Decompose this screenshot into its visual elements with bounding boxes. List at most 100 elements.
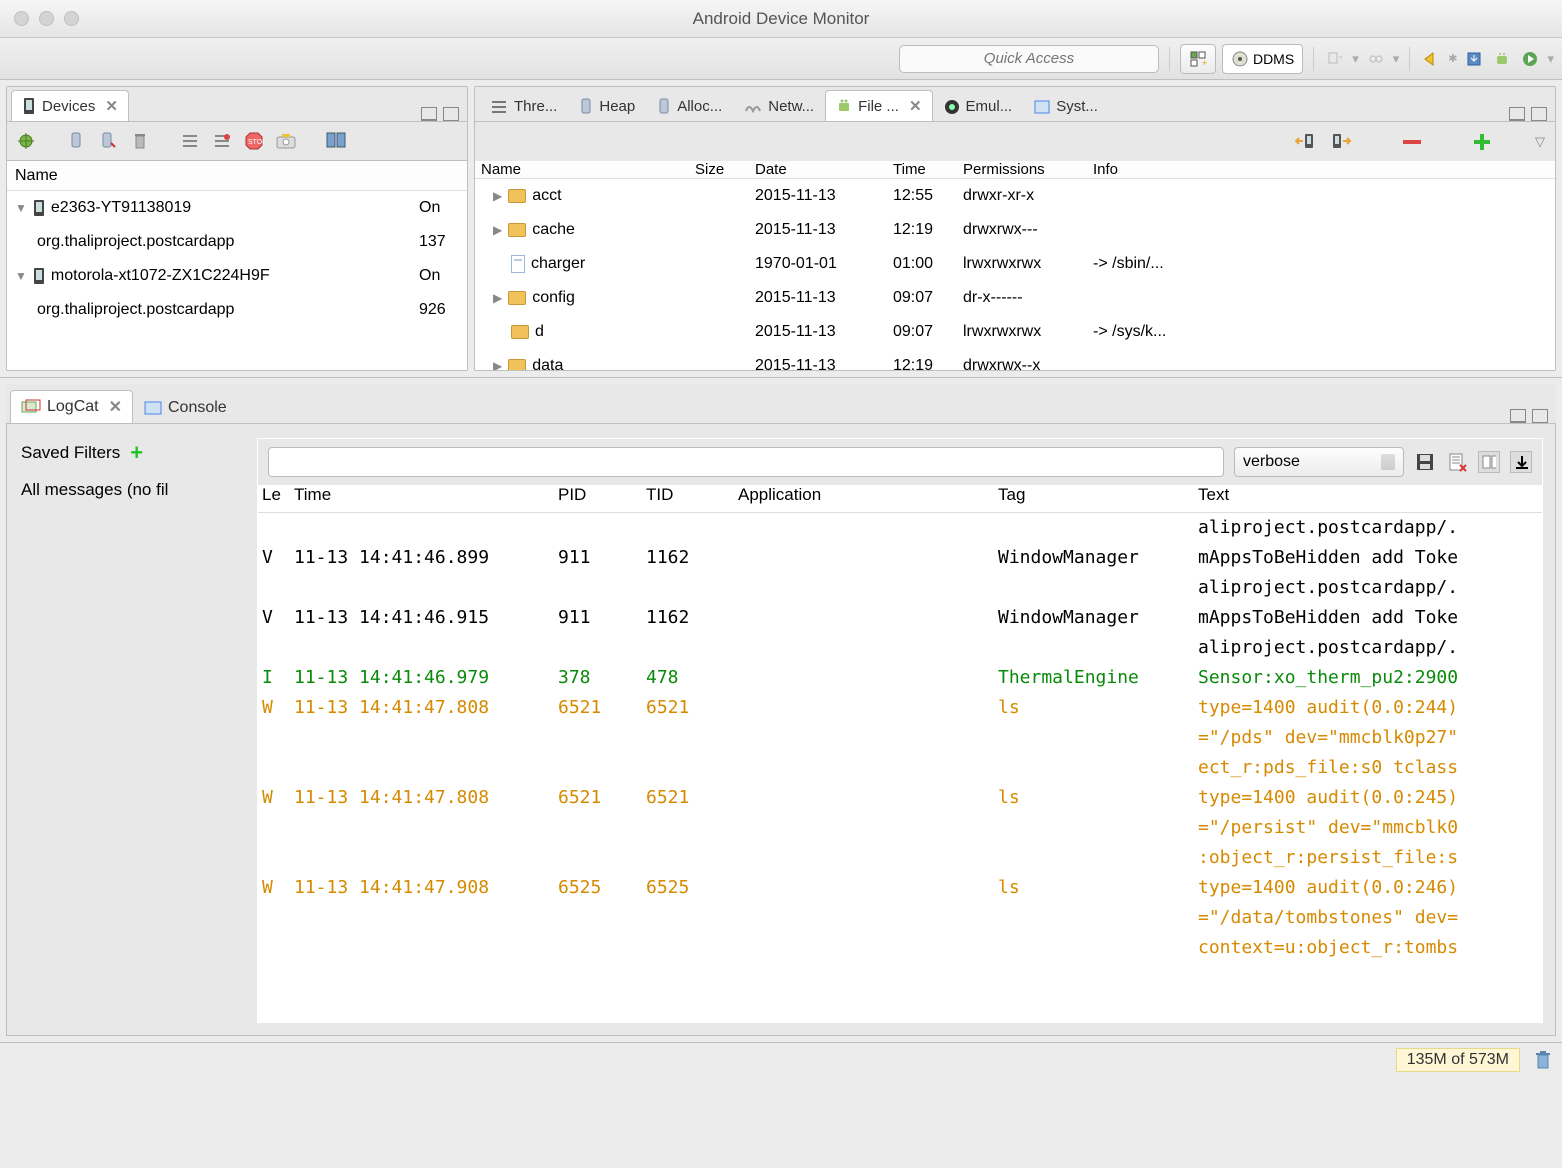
minimize-view-icon[interactable] (1509, 107, 1525, 121)
delete-file-icon[interactable] (1401, 131, 1423, 153)
log-row[interactable]: ="/pds" dev="mmcblk0p27" (258, 723, 1542, 753)
tab-console[interactable]: Console (133, 392, 238, 423)
add-filter-icon[interactable]: + (130, 440, 143, 466)
scroll-lock-icon[interactable] (1510, 451, 1532, 473)
toolbar-action-1[interactable] (1324, 48, 1346, 70)
device-row[interactable]: ▼e2363-YT91138019On (7, 191, 467, 225)
close-icon[interactable]: ✕ (109, 397, 122, 417)
log-row[interactable]: ="/persist" dev="mmcblk0 (258, 813, 1542, 843)
log-row[interactable]: ect_r:pds_file:s0 tclass (258, 753, 1542, 783)
close-icon[interactable]: ✕ (909, 97, 922, 115)
debug-icon[interactable] (15, 130, 37, 152)
tab-heap[interactable]: Heap (568, 90, 646, 121)
heap-dump-icon[interactable] (97, 130, 119, 152)
download-icon[interactable] (1463, 48, 1485, 70)
close-window-button[interactable] (14, 11, 29, 26)
tab-syst[interactable]: Syst... (1023, 91, 1109, 121)
screenshot-icon[interactable] (275, 130, 297, 152)
fs-row[interactable]: charger1970-01-0101:00lrwxrwxrwx-> /sbin… (475, 247, 1555, 281)
log-row[interactable]: W11-13 14:41:47.80865216521lstype=1400 a… (258, 693, 1542, 723)
zoom-window-button[interactable] (64, 11, 79, 26)
ddms-perspective-button[interactable]: DDMS (1222, 44, 1303, 74)
fs-row[interactable]: d2015-11-1309:07lrwxrwxrwx-> /sys/k... (475, 315, 1555, 349)
expand-icon[interactable]: ▶ (493, 189, 502, 203)
open-perspective-button[interactable]: + (1180, 44, 1216, 74)
android-icon[interactable] (1491, 48, 1513, 70)
log-row[interactable]: context=u:object_r:tombs (258, 933, 1542, 963)
tab-netw[interactable]: Netw... (733, 91, 825, 121)
minimize-view-icon[interactable] (1510, 409, 1526, 423)
toolbar-action-2[interactable] (1365, 48, 1387, 70)
log-level-select[interactable]: verbose (1234, 447, 1404, 477)
log-col-text[interactable]: Text (1198, 485, 1542, 512)
log-col-time[interactable]: Time (294, 485, 558, 512)
quick-access-input[interactable] (899, 45, 1159, 73)
capture-icon[interactable] (325, 130, 347, 152)
tab-emul[interactable]: Emul... (933, 91, 1024, 121)
view-menu-icon[interactable]: ▽ (1535, 134, 1545, 150)
save-log-icon[interactable] (1414, 451, 1436, 473)
log-row[interactable]: W11-13 14:41:47.80865216521lstype=1400 a… (258, 783, 1542, 813)
maximize-view-icon[interactable] (1531, 107, 1547, 121)
memory-indicator[interactable]: 135M of 573M (1396, 1048, 1520, 1072)
push-file-icon[interactable] (1331, 131, 1353, 153)
method-profile-icon[interactable] (211, 130, 233, 152)
maximize-view-icon[interactable] (443, 107, 459, 121)
pull-file-icon[interactable] (1295, 131, 1317, 153)
fs-row[interactable]: ▶data2015-11-1312:19drwxrwx--x (475, 349, 1555, 370)
tab-devices[interactable]: Devices ✕ (11, 90, 129, 121)
tab-alloc[interactable]: Alloc... (646, 90, 733, 121)
stop-icon[interactable]: STOP (243, 130, 265, 152)
log-row[interactable]: aliproject.postcardapp/. (258, 633, 1542, 663)
new-folder-icon[interactable] (1471, 131, 1493, 153)
log-col-tid[interactable]: TID (646, 485, 738, 512)
log-filter-input[interactable] (268, 447, 1224, 477)
back-icon[interactable] (1420, 48, 1442, 70)
tab-thre[interactable]: Thre... (479, 91, 568, 121)
tab-logcat[interactable]: LogCat ✕ (10, 390, 133, 423)
log-col-app[interactable]: Application (738, 485, 998, 512)
filter-all-messages[interactable]: All messages (no fil (21, 476, 251, 504)
log-rows[interactable]: aliproject.postcardapp/.V11-13 14:41:46.… (258, 513, 1542, 1022)
fs-row[interactable]: ▶acct2015-11-1312:55drwxr-xr-x (475, 179, 1555, 213)
tab-file[interactable]: File ...✕ (825, 90, 932, 121)
fs-col-perm[interactable]: Permissions (963, 161, 1093, 178)
expand-icon[interactable]: ▶ (493, 359, 502, 370)
run-icon[interactable] (1519, 48, 1541, 70)
expand-icon[interactable]: ▼ (15, 269, 27, 283)
gc-icon[interactable] (129, 130, 151, 152)
fs-col-name[interactable]: Name (475, 161, 695, 178)
process-row[interactable]: org.thaliproject.postcardapp926 (7, 293, 467, 327)
log-row[interactable]: I11-13 14:41:46.979378478ThermalEngineSe… (258, 663, 1542, 693)
log-row[interactable]: :object_r:persist_file:s (258, 843, 1542, 873)
fs-col-size[interactable]: Size (695, 161, 755, 178)
log-row[interactable]: ="/data/tombstones" dev= (258, 903, 1542, 933)
expand-icon[interactable]: ▶ (493, 291, 502, 305)
device-row[interactable]: ▼motorola-xt1072-ZX1C224H9FOn (7, 259, 467, 293)
process-row[interactable]: org.thaliproject.postcardapp137 (7, 225, 467, 259)
threads-icon[interactable] (179, 130, 201, 152)
trash-icon[interactable] (1534, 1050, 1552, 1070)
log-col-level[interactable]: Le (258, 485, 294, 512)
fs-col-date[interactable]: Date (755, 161, 893, 178)
log-row[interactable]: V11-13 14:41:46.8999111162WindowManagerm… (258, 543, 1542, 573)
log-row[interactable]: aliproject.postcardapp/. (258, 573, 1542, 603)
close-icon[interactable]: ✕ (105, 97, 118, 115)
expand-icon[interactable]: ▼ (15, 201, 27, 215)
toggle-split-icon[interactable] (1478, 451, 1500, 473)
fs-row[interactable]: ▶cache2015-11-1312:19drwxrwx--- (475, 213, 1555, 247)
maximize-view-icon[interactable] (1532, 409, 1548, 423)
log-row[interactable]: V11-13 14:41:46.9159111162WindowManagerm… (258, 603, 1542, 633)
log-col-tag[interactable]: Tag (998, 485, 1198, 512)
log-row[interactable]: aliproject.postcardapp/. (258, 513, 1542, 543)
expand-icon[interactable]: ▶ (493, 223, 502, 237)
log-col-pid[interactable]: PID (558, 485, 646, 512)
clear-log-icon[interactable] (1446, 451, 1468, 473)
minimize-window-button[interactable] (39, 11, 54, 26)
fs-col-info[interactable]: Info (1093, 161, 1555, 178)
heap-icon[interactable] (65, 130, 87, 152)
fs-col-time[interactable]: Time (893, 161, 963, 178)
minimize-view-icon[interactable] (421, 107, 437, 121)
fs-row[interactable]: ▶config2015-11-1309:07dr-x------ (475, 281, 1555, 315)
log-row[interactable]: W11-13 14:41:47.90865256525lstype=1400 a… (258, 873, 1542, 903)
